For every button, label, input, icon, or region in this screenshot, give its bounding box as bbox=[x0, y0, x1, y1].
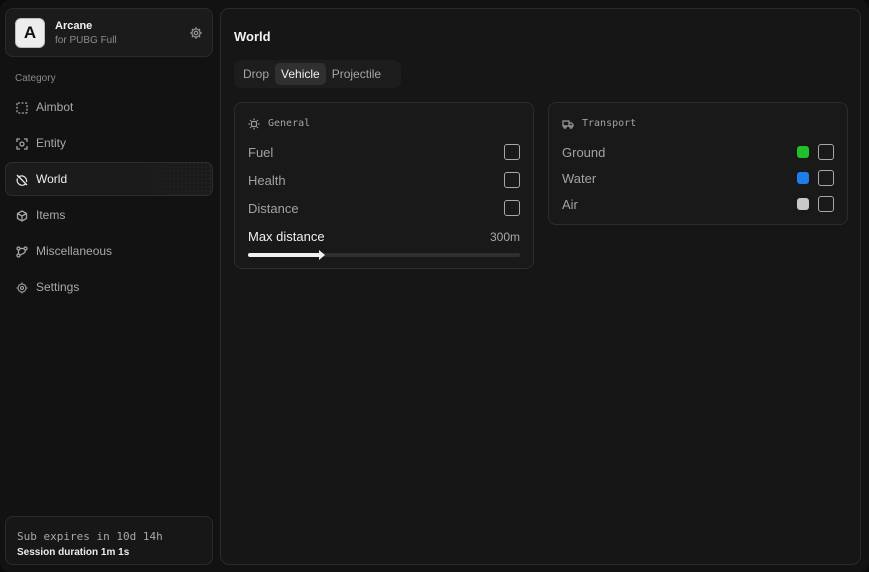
general-panel: General Fuel Health Distance Max distanc… bbox=[234, 102, 534, 269]
air-checkbox[interactable] bbox=[818, 196, 834, 212]
sidebar-item-entity[interactable]: Entity bbox=[5, 126, 213, 160]
sidebar-item-label: Entity bbox=[36, 136, 67, 150]
general-header-label: General bbox=[268, 117, 311, 129]
water-checkbox[interactable] bbox=[818, 170, 834, 186]
sidebar-item-label: World bbox=[36, 172, 68, 186]
tab-vehicle[interactable]: Vehicle bbox=[275, 63, 326, 85]
sidebar-item-items[interactable]: Items bbox=[5, 198, 213, 232]
box-icon bbox=[16, 209, 28, 222]
sidebar-item-label: Items bbox=[36, 208, 66, 222]
truck-icon bbox=[562, 117, 574, 129]
max-distance-slider[interactable] bbox=[248, 250, 520, 260]
page-title: World bbox=[234, 29, 271, 44]
transport-header-label: Transport bbox=[582, 117, 637, 129]
distance-label: Distance bbox=[248, 200, 299, 216]
session-duration: Session duration 1m 1s bbox=[17, 547, 130, 558]
transport-header: Transport bbox=[562, 117, 636, 129]
tab-bar: Drop Vehicle Projectile bbox=[234, 60, 401, 88]
sun-dashed-icon bbox=[248, 117, 260, 130]
globe-off-icon bbox=[16, 173, 28, 186]
air-row: Air bbox=[562, 195, 834, 213]
gear-icon bbox=[16, 281, 28, 294]
app-header-card: A Arcane for PUBG Full bbox=[5, 8, 213, 57]
water-color-swatch[interactable] bbox=[797, 172, 809, 184]
main-panel: World Drop Vehicle Projectile General Fu… bbox=[220, 8, 861, 565]
max-distance-row: Max distance 300m bbox=[248, 229, 520, 244]
sidebar-nav: Aimbot Entity World Items Miscellaneous … bbox=[5, 90, 213, 306]
sidebar-item-settings[interactable]: Settings bbox=[5, 270, 213, 304]
health-row: Health bbox=[248, 171, 520, 189]
sidebar-item-aimbot[interactable]: Aimbot bbox=[5, 90, 213, 124]
air-color-swatch[interactable] bbox=[797, 198, 809, 210]
sidebar-item-label: Aimbot bbox=[36, 100, 74, 114]
transport-panel: Transport Ground Water Air bbox=[548, 102, 848, 225]
sidebar-item-world[interactable]: World bbox=[5, 162, 213, 196]
max-distance-label: Max distance bbox=[248, 229, 325, 244]
air-label: Air bbox=[562, 196, 578, 212]
app-window: A Arcane for PUBG Full Category Aimbot E… bbox=[0, 0, 869, 572]
water-label: Water bbox=[562, 170, 597, 186]
fuel-row: Fuel bbox=[248, 143, 520, 161]
ground-checkbox[interactable] bbox=[818, 144, 834, 160]
max-distance-value: 300m bbox=[489, 229, 520, 244]
scan-icon bbox=[16, 137, 28, 150]
slider-thumb[interactable] bbox=[319, 250, 326, 260]
fuel-checkbox[interactable] bbox=[504, 144, 520, 160]
distance-checkbox[interactable] bbox=[504, 200, 520, 216]
ground-label: Ground bbox=[562, 144, 606, 160]
health-label: Health bbox=[248, 172, 286, 188]
fuel-label: Fuel bbox=[248, 144, 274, 160]
sidebar: A Arcane for PUBG Full Category Aimbot E… bbox=[0, 0, 219, 572]
ground-row: Ground bbox=[562, 143, 834, 161]
sidebar-item-label: Miscellaneous bbox=[36, 244, 113, 258]
gear-icon[interactable] bbox=[189, 26, 203, 40]
subscription-card: Sub expires in 10d 14h Session duration … bbox=[5, 516, 213, 565]
health-checkbox[interactable] bbox=[504, 172, 520, 188]
sidebar-item-label: Settings bbox=[36, 280, 80, 294]
category-label: Category bbox=[15, 73, 56, 84]
crosshair-dashed-icon bbox=[16, 101, 28, 114]
app-subtitle: for PUBG Full bbox=[55, 35, 117, 46]
water-row: Water bbox=[562, 169, 834, 187]
distance-row: Distance bbox=[248, 199, 520, 217]
tab-projectile[interactable]: Projectile bbox=[326, 63, 387, 85]
ground-color-swatch[interactable] bbox=[797, 146, 809, 158]
tab-drop[interactable]: Drop bbox=[237, 63, 275, 85]
general-header: General bbox=[248, 117, 311, 130]
git-graph-icon bbox=[16, 245, 28, 258]
app-name: Arcane bbox=[55, 20, 93, 32]
subscription-expiry: Sub expires in 10d 14h bbox=[17, 530, 163, 543]
slider-fill bbox=[248, 253, 322, 257]
sidebar-item-miscellaneous[interactable]: Miscellaneous bbox=[5, 234, 213, 268]
app-logo: A bbox=[15, 18, 45, 48]
